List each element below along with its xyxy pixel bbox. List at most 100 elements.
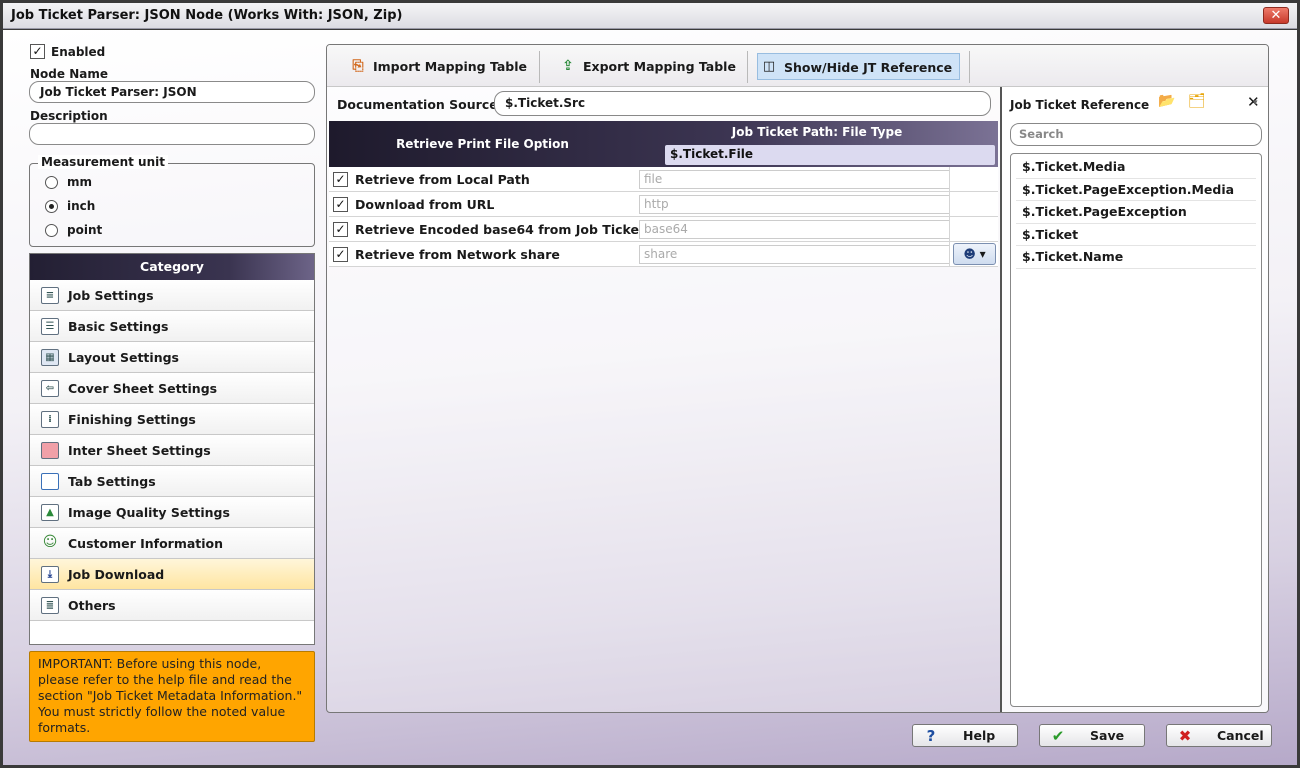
mapping-grid: Retrieve Print File Option Job Ticket Pa…	[329, 121, 998, 267]
close-button[interactable]: ✕	[1263, 7, 1289, 24]
retrieve-base64-checkbox[interactable]: ✓ Retrieve Encoded base64 from Job Ticket	[333, 221, 645, 237]
list-item[interactable]: $.Ticket.Name	[1016, 246, 1256, 269]
others-icon: ≣	[41, 597, 59, 614]
category-item-image-quality-settings[interactable]: ▲ Image Quality Settings	[30, 497, 314, 528]
save-label: Save	[1090, 728, 1125, 743]
category-item-job-download[interactable]: ⤓ Job Download	[30, 559, 314, 590]
node-name-label: Node Name	[30, 67, 108, 81]
category-item-label: Customer Information	[68, 536, 224, 551]
list-item[interactable]: $.Ticket.PageException	[1016, 201, 1256, 224]
overflow-icon[interactable]: ▾	[1253, 98, 1258, 108]
radio-selected-icon[interactable]	[45, 200, 58, 213]
radio-icon[interactable]	[45, 176, 58, 189]
category-item-label: Others	[68, 598, 116, 613]
row-label: Retrieve Encoded base64 from Job Ticket	[355, 222, 645, 237]
category-item-label: Basic Settings	[68, 319, 169, 334]
table-row: ✓ Retrieve from Network share share ☻ ▾	[329, 242, 998, 267]
check-icon[interactable]: ✓	[30, 44, 45, 59]
check-icon[interactable]: ✓	[333, 247, 348, 262]
window-title: Job Ticket Parser: JSON Node (Works With…	[11, 8, 403, 23]
category-item-job-settings[interactable]: ≡ Job Settings	[30, 280, 314, 311]
description-label: Description	[30, 109, 108, 123]
cancel-button[interactable]: ✖ Cancel	[1166, 724, 1272, 747]
retrieve-option-header: Retrieve Print File Option	[396, 137, 569, 151]
retrieve-local-path-checkbox[interactable]: ✓ Retrieve from Local Path	[333, 171, 530, 187]
job-ticket-path-header: Job Ticket Path: File Type	[731, 125, 903, 139]
category-item-label: Job Download	[68, 567, 165, 582]
column-divider	[949, 167, 950, 192]
enabled-label: Enabled	[51, 44, 106, 59]
download-url-checkbox[interactable]: ✓ Download from URL	[333, 196, 494, 212]
title-bar: Job Ticket Parser: JSON Node (Works With…	[3, 3, 1297, 29]
layout-icon: ▦	[41, 349, 59, 366]
app-window: Job Ticket Parser: JSON Node (Works With…	[0, 0, 1300, 768]
category-item-cover-sheet-settings[interactable]: ⇦ Cover Sheet Settings	[30, 373, 314, 404]
category-item-basic-settings[interactable]: ☰ Basic Settings	[30, 311, 314, 342]
radio-point[interactable]: point	[45, 223, 102, 237]
category-item-label: Job Settings	[68, 288, 154, 303]
open-folder-icon[interactable]: 📂	[1158, 93, 1178, 109]
share-input[interactable]: share	[639, 245, 950, 264]
check-icon[interactable]: ✓	[333, 222, 348, 237]
documentation-source-input[interactable]: $.Ticket.Src	[494, 91, 991, 116]
retrieve-network-share-checkbox[interactable]: ✓ Retrieve from Network share	[333, 246, 560, 262]
show-hide-jt-reference-button[interactable]: ◫ Show/Hide JT Reference	[757, 53, 960, 80]
help-button[interactable]: ? Help	[912, 724, 1018, 747]
toolbar: ⎘ Import Mapping Table ⇪ Export Mapping Ta…	[327, 45, 1268, 87]
category-item-inter-sheet-settings[interactable]: Inter Sheet Settings	[30, 435, 314, 466]
network-credentials-button[interactable]: ☻ ▾	[953, 243, 996, 265]
category-item-tab-settings[interactable]: Tab Settings	[30, 466, 314, 497]
import-mapping-table-button[interactable]: ⎘ Import Mapping Table	[347, 53, 543, 80]
base64-input[interactable]: base64	[639, 220, 950, 239]
import-icon: ⎘	[352, 58, 364, 74]
show-hide-label: Show/Hide JT Reference	[784, 60, 953, 75]
measurement-unit-legend: Measurement unit	[38, 155, 168, 169]
check-icon[interactable]: ✓	[333, 197, 348, 212]
radio-icon[interactable]	[45, 224, 58, 237]
radio-mm-label: mm	[67, 175, 93, 189]
radio-point-label: point	[67, 223, 103, 237]
measurement-unit-group: Measurement unit mm inch point	[29, 155, 315, 247]
path-input[interactable]: file	[639, 170, 950, 189]
column-divider	[949, 192, 950, 217]
inter-sheet-icon	[41, 442, 59, 459]
panel-toggle-icon: ◫	[762, 59, 776, 74]
column-divider	[949, 242, 950, 267]
save-button[interactable]: ✔ Save	[1039, 724, 1145, 747]
file-type-path-input[interactable]: $.Ticket.File	[665, 145, 995, 165]
description-input[interactable]	[29, 123, 315, 145]
category-item-label: Finishing Settings	[68, 412, 196, 427]
image-icon: ▲	[41, 504, 59, 521]
node-name-input[interactable]: Job Ticket Parser: JSON	[29, 81, 315, 103]
category-item-label: Tab Settings	[68, 474, 156, 489]
radio-inch[interactable]: inch	[45, 199, 95, 213]
jt-reference-header: Job Ticket Reference	[1010, 98, 1150, 112]
toolbar-separator	[969, 51, 970, 83]
list-item[interactable]: $.Ticket.PageException.Media	[1016, 179, 1256, 201]
list-item[interactable]: $.Ticket.Media	[1016, 156, 1256, 179]
chevron-down-icon: ▾	[979, 247, 986, 261]
export-label: Export Mapping Table	[583, 59, 736, 74]
folder-delete-icon[interactable]: 🗂	[1188, 93, 1208, 109]
enabled-checkbox[interactable]: ✓ Enabled	[30, 44, 105, 59]
reference-list: $.Ticket.Media $.Ticket.PageException.Me…	[1010, 153, 1262, 707]
category-item-label: Cover Sheet Settings	[68, 381, 218, 396]
list-icon: ☰	[41, 318, 59, 335]
search-input[interactable]: Search	[1010, 123, 1262, 146]
help-label: Help	[963, 728, 996, 743]
check-icon[interactable]: ✓	[333, 172, 348, 187]
network-user-icon: ☻	[963, 247, 976, 261]
cancel-label: Cancel	[1217, 728, 1264, 743]
category-item-finishing-settings[interactable]: ⁞ Finishing Settings	[30, 404, 314, 435]
category-item-others[interactable]: ≣ Others	[30, 590, 314, 621]
download-icon: ⤓	[41, 566, 59, 583]
category-item-layout-settings[interactable]: ▦ Layout Settings	[30, 342, 314, 373]
list-item[interactable]: $.Ticket	[1016, 224, 1256, 246]
radio-mm[interactable]: mm	[45, 175, 92, 189]
category-panel: Category ≡ Job Settings ☰ Basic Settings ▦…	[29, 253, 315, 645]
category-item-customer-information[interactable]: ☺ Customer Information	[30, 528, 314, 559]
tab-icon	[41, 473, 59, 490]
row-label: Retrieve from Network share	[355, 247, 560, 262]
export-mapping-table-button[interactable]: ⇪ Export Mapping Table	[557, 53, 747, 80]
url-input[interactable]: http	[639, 195, 950, 214]
